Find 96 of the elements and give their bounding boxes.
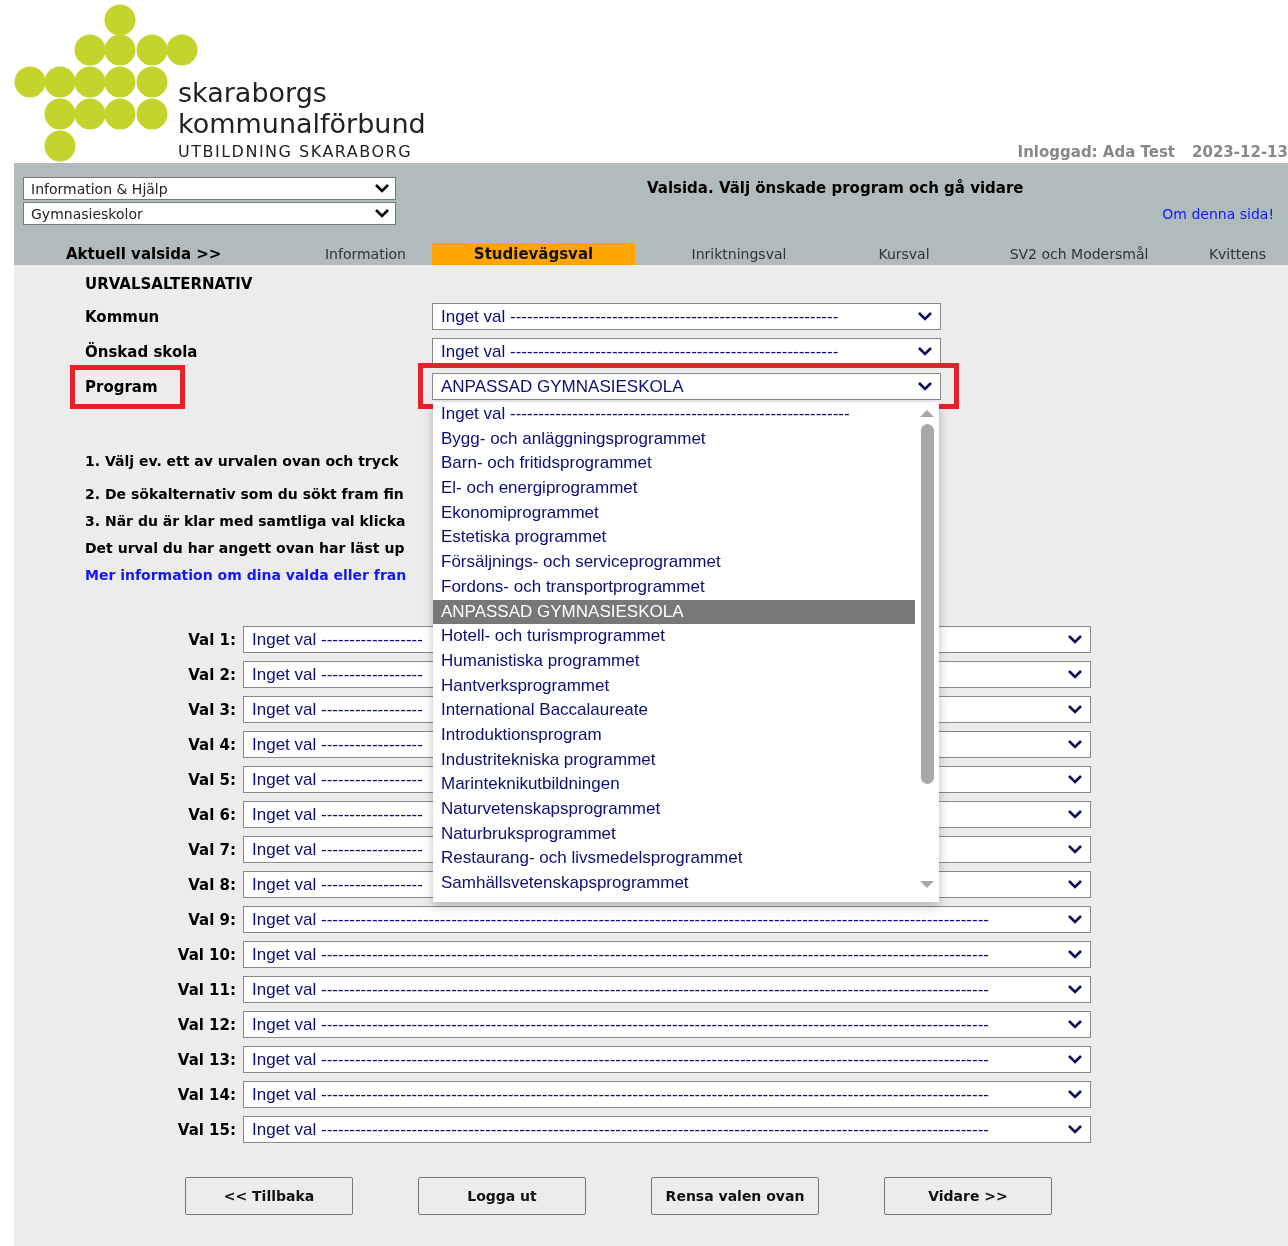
filter-dropdown[interactable]: Inget val ---------------------------------------------------------- [432,338,941,365]
instruction-text: 1. Välj ev. ett av urvalen ovan och tryck [85,452,399,471]
choice-dropdown[interactable]: Inget val ---------------------------------------------------------------------------------------------------------------------- [243,1046,1091,1073]
dropdown-option[interactable]: Naturvetenskapsprogrammet [433,797,915,822]
step-tab[interactable]: SV2 och Modersmål [965,243,1193,265]
choice-dropdown[interactable]: Inget val ---------------------------------------------------------------------------------------------------------------------- [243,941,1091,968]
more-info-link[interactable]: Mer information om dina valda eller fran [85,562,407,588]
chevron-icon [1068,1020,1082,1029]
choice-label: Val 6: [187,805,237,824]
dropdown-option[interactable]: Humanistiska programmet [433,648,915,674]
chevron-icon [918,382,932,391]
choice-label: Val 14: [176,1085,237,1104]
dropdown-option[interactable]: Hantverksprogrammet [433,673,915,699]
action-button[interactable]: << Tillbaka [185,1177,353,1215]
field-label: Kommun [85,308,160,326]
instruction-text: Det urval du har angett ovan har läst up [85,539,405,558]
choice-dropdown[interactable]: Inget val ---------------------------------------------------------------------------------------------------------------------- [243,1116,1091,1143]
section-title: URVALSALTERNATIV [85,275,254,295]
action-button[interactable]: Logga ut [418,1177,586,1215]
instruction-text: 3. När du är klar med samtliga val klicka [85,512,406,531]
instruction-text: 2. De sökalternativ som du sökt fram fin [85,485,404,504]
choice-label: Val 1: [187,630,237,649]
field-label: Önskad skola [85,343,198,361]
choice-label: Val 4: [187,735,237,754]
dropdown-option[interactable]: Introduktionsprogram [433,722,915,748]
choice-dropdown[interactable]: Inget val ---------------------------------------------------------------------------------------------------------------------- [243,1081,1091,1108]
chevron-icon [1068,915,1082,924]
logged-in-user: Inloggad: Ada Test [1017,143,1176,161]
chevron-icon [1068,740,1082,749]
choice-dropdown[interactable]: Inget val ---------------------------------------------------------------------------------------------------------------------- [243,906,1091,933]
choice-dropdown[interactable]: Inget val ---------------------------------------------------------------------------------------------------------------------- [243,1011,1091,1038]
chevron-icon [918,312,932,321]
dropdown-option[interactable]: Barn- och fritidsprogrammet [433,451,915,477]
choice-label: Val 3: [187,700,237,719]
chevron-icon [1068,950,1082,959]
choice-label: Val 9: [187,910,237,929]
choice-label: Val 11: [176,980,237,999]
dropdown-option[interactable]: Industritekniska programmet [433,747,915,773]
dropdown-option[interactable]: International Baccalaureate [433,698,915,723]
dropdown-option[interactable]: Fordons- och transportprogrammet [433,574,915,600]
choice-label: Val 10: [176,945,237,964]
dropdown-option[interactable]: ANPASSAD GYMNASIESKOLA [433,599,915,625]
action-button[interactable]: Rensa valen ovan [651,1177,819,1215]
step-tab[interactable]: Kvittens [1193,243,1288,265]
dropdown-option[interactable]: Naturbruksprogrammet [433,821,915,847]
scroll-up-icon[interactable] [919,408,935,418]
chevron-icon [1068,670,1082,679]
step-tab[interactable]: Inriktningsval [635,243,843,265]
filter-dropdown[interactable]: ANPASSAD GYMNASIESKOLA [432,373,941,400]
dropdown-option[interactable]: El- och energiprogrammet [433,476,915,501]
dropdown-option[interactable]: Försäljnings- och serviceprogrammet [433,550,915,575]
chevron-icon [1068,985,1082,994]
choice-label: Val 7: [187,840,237,859]
step-tab[interactable]: Kursval [843,243,965,265]
dropdown-option[interactable]: Samhällsvetenskapsprogrammet [433,871,915,896]
chevron-icon [1068,705,1082,714]
chevron-icon [375,209,389,218]
chevron-icon [1068,635,1082,644]
nav-dropdown[interactable]: Information & Hjälp [23,177,396,200]
date-label: 2023-12-13 [1192,143,1288,161]
choice-dropdown[interactable]: Inget val ---------------------------------------------------------------------------------------------------------------------- [243,976,1091,1003]
step-tab[interactable]: Information [289,243,432,265]
nav-dropdown[interactable]: Gymnasieskolor [23,202,396,225]
chevron-icon [1068,810,1082,819]
filter-dropdown[interactable]: Inget val ---------------------------------------------------------- [432,303,941,330]
action-button[interactable]: Vidare >> [884,1177,1052,1215]
chevron-icon [918,347,932,356]
choice-label: Val 2: [187,665,237,684]
dropdown-option[interactable]: Restaurang- och livsmedelsprogrammet [433,846,915,872]
dropdown-option[interactable]: Bygg- och anläggningsprogrammet [433,426,915,452]
page-title: Valsida. Välj önskade program och gå vidare [647,179,1025,197]
chevron-icon [1068,775,1082,784]
logo-name: skaraborgs [178,77,328,108]
chevron-icon [1068,880,1082,889]
dropdown-option[interactable]: Hotell- och turismprogrammet [433,624,915,649]
choice-label: Val 13: [176,1050,237,1069]
chevron-icon [1068,1090,1082,1099]
chevron-icon [375,184,389,193]
choice-label: Val 15: [176,1120,237,1139]
scroll-down-icon[interactable] [919,880,935,890]
dropdown-option[interactable]: Inget val ------------------------------------------------------------ [433,402,915,427]
logo-name: kommunalförbund [178,108,426,139]
dropdown-option[interactable]: Estetiska programmet [433,525,915,551]
field-label: Program [85,378,158,396]
choice-label: Val 12: [176,1015,237,1034]
dropdown-option[interactable]: Ekonomiprogrammet [433,500,915,526]
chevron-icon [1068,1125,1082,1134]
logo-tagline: UTBILDNING SKARABORG [178,141,414,163]
choice-label: Val 5: [187,770,237,789]
help-link[interactable]: Om denna sida! [1162,206,1274,222]
step-tab[interactable]: Studievägsval [432,243,635,265]
tabs-label: Aktuell valsida >> [65,245,223,263]
chevron-icon [1068,1055,1082,1064]
chevron-icon [1068,845,1082,854]
dropdown-option[interactable]: Marinteknikutbildningen [433,772,915,797]
choice-label: Val 8: [187,875,237,894]
